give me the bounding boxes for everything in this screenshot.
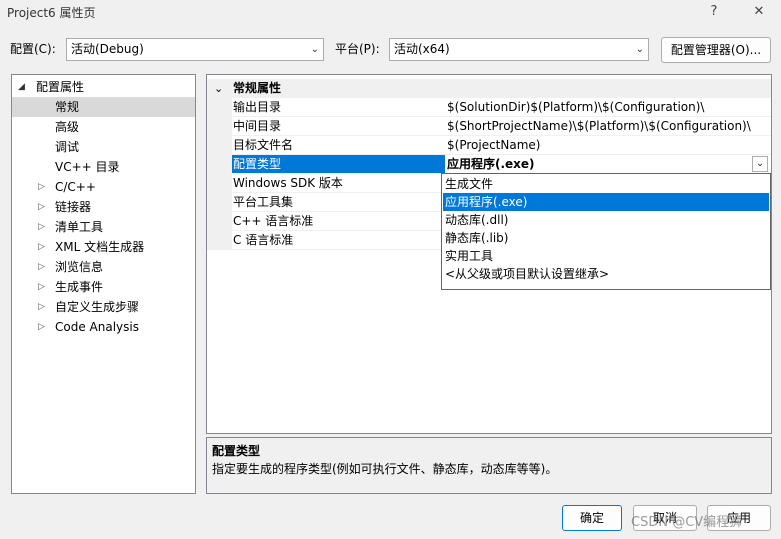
tree-item-label: 常规 — [55, 100, 80, 114]
config-combobox[interactable]: 活动(Debug) ⌄ — [66, 38, 324, 61]
tree-item[interactable]: ▷ 清单工具 — [12, 217, 195, 237]
property-value-text: $(ProjectName) — [447, 138, 541, 152]
tree-item-label: 浏览信息 — [55, 260, 104, 274]
tree-item-label: 链接器 — [55, 200, 92, 214]
property-value-text: 应用程序(.exe) — [447, 157, 535, 171]
description-text: 指定要生成的程序类型(例如可执行文件、静态库，动态库等等)。 — [212, 462, 558, 476]
tree-item-label: 自定义生成步骤 — [55, 300, 140, 314]
tree-root-label: 配置属性 — [36, 80, 85, 94]
property-name: 平台工具集 — [232, 193, 445, 212]
dropdown-arrow-icon[interactable]: ⌄ — [752, 156, 768, 172]
tree-item[interactable]: ▷ Code Analysis — [12, 317, 195, 337]
property-value-text: $(SolutionDir)$(Platform)\$(Configuratio… — [447, 100, 705, 114]
tree-item-label: 高级 — [55, 120, 80, 134]
property-value[interactable]: $(ShortProjectName)\$(Platform)\$(Config… — [445, 117, 771, 136]
property-name: 中间目录 — [232, 117, 445, 136]
collapse-triangle-icon[interactable]: ◢ — [18, 77, 30, 97]
dropdown-option[interactable]: 实用工具 — [443, 247, 769, 265]
tree-item[interactable]: ▷ 生成事件 — [12, 277, 195, 297]
property-name: C 语言标准 — [232, 231, 445, 250]
property-name: C++ 语言标准 — [232, 212, 445, 231]
property-row[interactable]: 中间目录 $(ShortProjectName)\$(Platform)\$(Co… — [207, 117, 771, 136]
property-value-text: $(ShortProjectName)\$(Platform)\$(Config… — [447, 119, 751, 133]
tree-item-label: Code Analysis — [55, 320, 139, 334]
expand-triangle-icon[interactable]: ▷ — [38, 217, 48, 237]
tree-item-label: VC++ 目录 — [55, 160, 120, 174]
tree-item-label: XML 文档生成器 — [55, 240, 145, 254]
dropdown-option[interactable]: 生成文件 — [443, 175, 769, 193]
property-row[interactable]: 配置类型 应用程序(.exe) ⌄ — [207, 155, 771, 174]
platform-combobox[interactable]: 活动(x64) ⌄ — [389, 38, 649, 61]
property-name: Windows SDK 版本 — [232, 174, 445, 193]
close-button[interactable]: ✕ — [748, 2, 770, 22]
ok-button[interactable]: 确定 — [562, 505, 622, 531]
dropdown-option[interactable]: 动态库(.dll) — [443, 211, 769, 229]
platform-label: 平台(P): — [335, 42, 380, 56]
description-title: 配置类型 — [212, 444, 261, 458]
category-row[interactable]: ⌄ 常规属性 — [207, 79, 771, 98]
help-button[interactable]: ? — [703, 2, 725, 22]
expand-triangle-icon[interactable]: ▷ — [38, 297, 48, 317]
tree-item[interactable]: 调试 — [12, 137, 195, 157]
property-name: 输出目录 — [232, 98, 445, 117]
tree-item[interactable]: VC++ 目录 — [12, 157, 195, 177]
property-row[interactable]: 目标文件名 $(ProjectName) — [207, 136, 771, 155]
property-name: 配置类型 — [232, 155, 445, 174]
expand-triangle-icon[interactable]: ▷ — [38, 277, 48, 297]
expand-triangle-icon[interactable]: ▷ — [38, 257, 48, 277]
property-name: 目标文件名 — [232, 136, 445, 155]
property-value[interactable]: $(SolutionDir)$(Platform)\$(Configuratio… — [445, 98, 771, 117]
tree-item-label: 调试 — [55, 140, 80, 154]
chevron-down-icon: ⌄ — [310, 44, 319, 55]
tree-item[interactable]: ▷ C/C++ — [12, 177, 195, 197]
property-tree[interactable]: ◢ 配置属性 常规高级调试 VC++ 目录 ▷ C/C++ ▷ 链接器 ▷ 清单工具 ▷ XML … — [11, 74, 196, 494]
expand-triangle-icon[interactable]: ▷ — [38, 197, 48, 217]
tree-root-item[interactable]: ◢ 配置属性 — [12, 77, 195, 97]
tree-item[interactable]: 高级 — [12, 117, 195, 137]
config-value: 活动(Debug) — [71, 42, 144, 56]
config-label: 配置(C): — [10, 42, 56, 56]
chevron-down-icon: ⌄ — [635, 44, 644, 55]
property-value[interactable]: 应用程序(.exe) ⌄ — [445, 155, 771, 174]
tree-item[interactable]: 常规 — [12, 97, 195, 117]
tree-item-label: 生成事件 — [55, 280, 104, 294]
expand-triangle-icon[interactable]: ▷ — [38, 237, 48, 257]
expand-triangle-icon[interactable]: ▷ — [38, 317, 48, 337]
description-panel: 配置类型 指定要生成的程序类型(例如可执行文件、静态库，动态库等等)。 — [206, 437, 772, 494]
config-manager-button[interactable]: 配置管理器(O)... — [661, 37, 771, 63]
expand-triangle-icon[interactable]: ▷ — [38, 177, 48, 197]
property-row[interactable]: 输出目录 $(SolutionDir)$(Platform)\$(Configur… — [207, 98, 771, 117]
platform-value: 活动(x64) — [394, 42, 450, 56]
tree-item[interactable]: ▷ 浏览信息 — [12, 257, 195, 277]
window-title: Project6 属性页 — [7, 6, 96, 20]
tree-item-label: 清单工具 — [55, 220, 104, 234]
tree-item[interactable]: ▷ 自定义生成步骤 — [12, 297, 195, 317]
dropdown-option[interactable]: 静态库(.lib) — [443, 229, 769, 247]
tree-item[interactable]: ▷ 链接器 — [12, 197, 195, 217]
dropdown-option[interactable]: <从父级或项目默认设置继承> — [443, 265, 769, 283]
chevron-down-icon[interactable]: ⌄ — [214, 79, 223, 98]
tree-item[interactable]: ▷ XML 文档生成器 — [12, 237, 195, 257]
title-bar: Project6 属性页 ? ✕ — [0, 0, 781, 24]
property-value[interactable]: $(ProjectName) — [445, 136, 771, 155]
tree-item-label: C/C++ — [55, 180, 96, 194]
config-type-dropdown-list[interactable]: 生成文件 应用程序(.exe) 动态库(.dll) 静态库(.lib) 实用工具 <从父级… — [441, 173, 771, 290]
category-label: 常规属性 — [233, 81, 282, 95]
watermark: CSDN @CV编程狮 — [631, 515, 743, 530]
dropdown-option[interactable]: 应用程序(.exe) — [443, 193, 769, 211]
